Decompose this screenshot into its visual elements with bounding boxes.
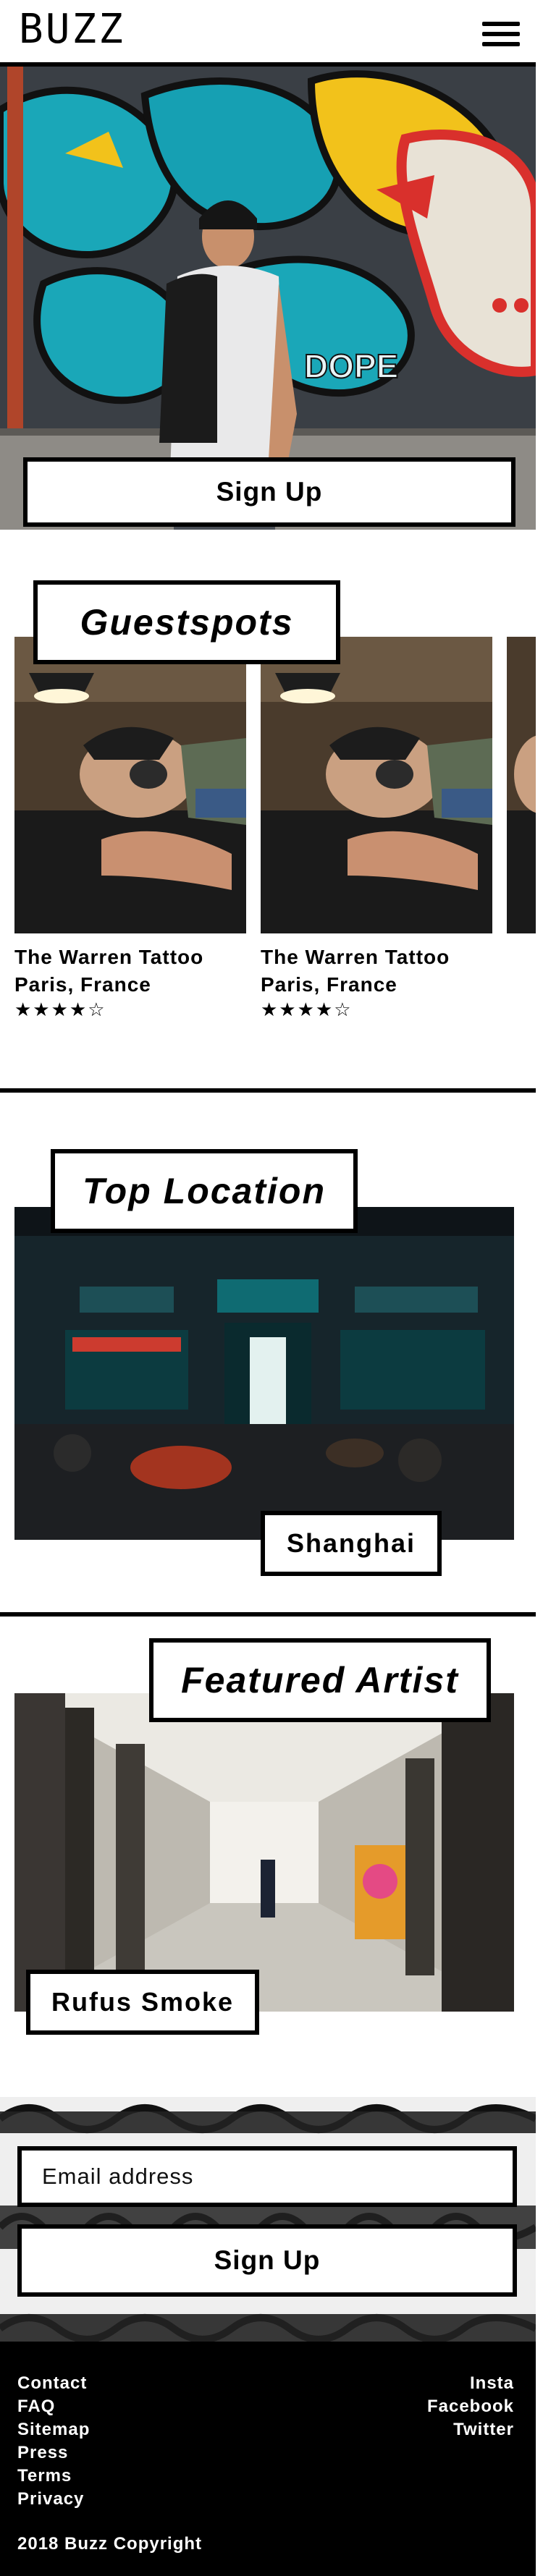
star-rating: ★★★★☆ (261, 999, 353, 1020)
footer-social-links: Insta Facebook Twitter (427, 2372, 514, 2441)
guestspot-card[interactable]: The Warren Tattoo Paris, France ★★★★☆ (14, 637, 246, 1021)
guestspot-location: Paris, France (14, 973, 151, 996)
site-header: BUZZ (0, 0, 536, 67)
footer-link-terms[interactable]: Terms (17, 2465, 90, 2488)
footer-link-contact[interactable]: Contact (17, 2372, 90, 2395)
guestspot-location: Paris, France (261, 973, 397, 996)
section-divider (0, 1088, 536, 1093)
svg-text:DOPE: DOPE (304, 347, 398, 385)
star-rating: ★★★★☆ (14, 999, 106, 1020)
guestspot-card-peek[interactable] (507, 637, 536, 933)
guestspot-photo (14, 637, 246, 933)
top-location-heading: Top Location (51, 1149, 358, 1233)
guestspot-card[interactable]: The Warren Tattoo Paris, France ★★★★☆ (261, 637, 492, 1021)
footer-link-faq[interactable]: FAQ (17, 2395, 90, 2418)
footer-left-links: Contact FAQ Sitemap Press Terms Privacy (17, 2372, 90, 2511)
featured-artist-heading: Featured Artist (149, 1638, 491, 1722)
hamburger-menu-icon[interactable] (482, 22, 520, 46)
guestspots-heading: Guestspots (33, 580, 340, 664)
guestspots-carousel[interactable]: The Warren Tattoo Paris, France ★★★★☆ Th… (14, 637, 536, 1028)
hero-image: DOPE Sign Up (0, 67, 536, 530)
footer-link-sitemap[interactable]: Sitemap (17, 2418, 90, 2441)
copyright: 2018 Buzz Copyright (17, 2534, 203, 2554)
guestspot-photo (261, 637, 492, 933)
featured-artist-photo[interactable] (14, 1693, 514, 2012)
email-field[interactable]: Email address (17, 2146, 517, 2207)
footer-link-facebook[interactable]: Facebook (427, 2395, 514, 2418)
logo[interactable]: BUZZ (19, 6, 125, 53)
footer-link-twitter[interactable]: Twitter (427, 2418, 514, 2441)
signup-band: Email address Sign Up (0, 2097, 536, 2342)
site-footer: Contact FAQ Sitemap Press Terms Privacy … (0, 2342, 536, 2576)
top-location-city[interactable]: Shanghai (261, 1511, 442, 1576)
guestspot-name: The Warren Tattoo (261, 946, 450, 968)
signup-button[interactable]: Sign Up (17, 2224, 517, 2297)
top-location-photo[interactable] (14, 1207, 514, 1540)
footer-link-privacy[interactable]: Privacy (17, 2488, 90, 2511)
hero-signup-button[interactable]: Sign Up (23, 457, 515, 527)
section-divider (0, 1612, 536, 1617)
brush-stroke-background (0, 2097, 536, 2342)
guestspot-name: The Warren Tattoo (14, 946, 204, 968)
featured-artist-name[interactable]: Rufus Smoke (26, 1970, 259, 2035)
footer-link-insta[interactable]: Insta (427, 2372, 514, 2395)
guestspot-photo (507, 637, 536, 933)
footer-link-press[interactable]: Press (17, 2441, 90, 2465)
